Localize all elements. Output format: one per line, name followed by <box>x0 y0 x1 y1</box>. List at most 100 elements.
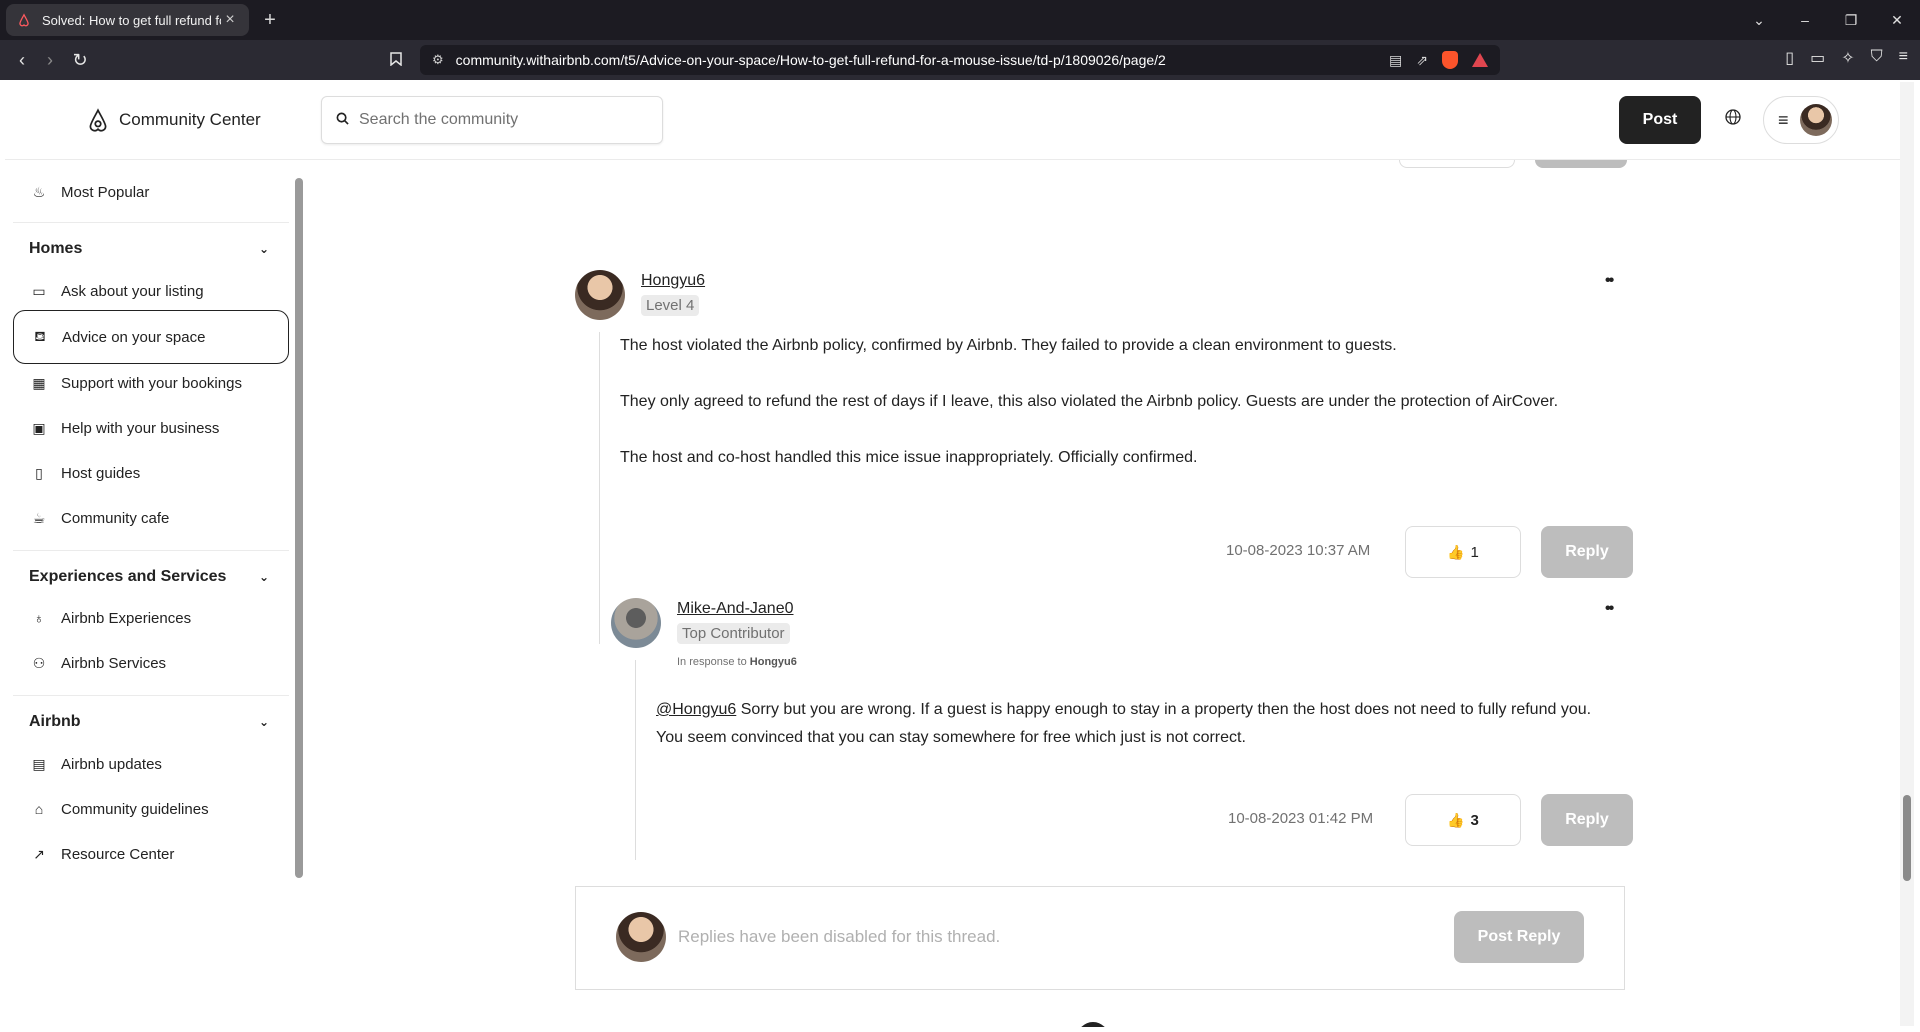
post-date: 10-08-2023 <box>1228 810 1305 827</box>
browser-tab-bar: Solved: How to get full refund fo × + ⌄ … <box>0 0 1920 40</box>
chevron-down-icon: ⌄ <box>258 570 269 584</box>
kudo-button[interactable]: 👍 1 <box>1405 526 1521 578</box>
reload-icon[interactable]: ↻ <box>68 48 92 72</box>
reply-button[interactable]: Reply <box>1541 526 1633 578</box>
in-response-author[interactable]: Hongyu6 <box>750 656 797 668</box>
reply-composer: Replies have been disabled for this thre… <box>575 886 1625 990</box>
airbnb-logo-icon <box>89 108 107 132</box>
sidebar-item-most-popular[interactable]: ♨ Most Popular <box>13 165 289 219</box>
tab-close-icon[interactable]: × <box>221 11 239 29</box>
community-center-logo[interactable]: Community Center <box>85 107 261 133</box>
sidebar-item-community-cafe[interactable]: ☕ Community cafe <box>13 491 289 545</box>
reply-button[interactable]: Reply <box>1541 794 1633 846</box>
page-link-current[interactable]: 2 <box>1077 1022 1109 1027</box>
reader-mode-icon[interactable]: ▤ <box>1389 52 1402 69</box>
post-date: 10-08-2023 <box>1226 542 1303 559</box>
sidebar: ♨ Most Popular Homes ⌄ ▭ Ask about your … <box>5 160 305 1027</box>
laptop-icon: ▭ <box>32 282 46 299</box>
sidebar-toggle-icon[interactable]: ▯ <box>1785 48 1794 68</box>
sidebar-section-experiences[interactable]: Experiences and Services ⌄ <box>29 562 269 592</box>
share-icon[interactable]: ⇗ <box>1416 52 1428 69</box>
author-name[interactable]: Hongyu6 <box>641 272 705 290</box>
tab-title: Solved: How to get full refund fo <box>42 12 221 28</box>
window-controls: ⌄ – ❐ ✕ <box>1736 0 1920 40</box>
address-bar[interactable]: ⚙ community.withairbnb.com/t5/Advice-on-… <box>420 45 1500 75</box>
sidebar-divider <box>13 695 289 696</box>
web-page: Community Center Search the community Po… <box>5 80 1903 1027</box>
rank-badge: Top Contributor <box>677 623 790 644</box>
browser-tab[interactable]: Solved: How to get full refund fo × <box>6 4 249 36</box>
restore-icon[interactable]: ❐ <box>1828 12 1874 29</box>
thread-line <box>635 660 636 860</box>
bookmark-icon[interactable] <box>384 48 408 72</box>
thread-line <box>599 332 600 644</box>
author-avatar[interactable] <box>611 598 661 648</box>
user-mention-link[interactable]: @Hongyu6 <box>656 701 736 718</box>
page-scrollbar[interactable] <box>1900 82 1914 1026</box>
more-options-icon[interactable]: •• <box>1605 600 1614 618</box>
post-timestamp: 10-08-2023 10:37 AM <box>1226 542 1370 559</box>
sidebar-divider <box>13 550 289 551</box>
reply-text: @Hongyu6 Sorry but you are wrong. If a g… <box>656 696 1636 752</box>
chevron-down-icon: ⌄ <box>258 715 269 729</box>
author-name[interactable]: Mike-And-Jane0 <box>677 600 794 618</box>
brand-title: Community Center <box>119 110 261 129</box>
reply-line: You seem convinced that you can stay som… <box>656 729 1246 746</box>
previous-kudo-button-edge <box>1399 160 1515 168</box>
previous-reply-button-edge <box>1535 160 1627 168</box>
menu-icon[interactable]: ≡ <box>1899 48 1908 68</box>
brave-shields-icon[interactable] <box>1442 51 1458 69</box>
pagination: ‹ 1 2 3 4 › <box>975 1020 1258 1027</box>
sidebar-section-homes[interactable]: Homes ⌄ <box>29 234 269 264</box>
sidebar-scroll-thumb[interactable] <box>295 178 303 878</box>
vpn-shield-icon[interactable]: ⛉ <box>1871 48 1883 68</box>
in-response-to: In response to Hongyu6 <box>677 656 797 668</box>
thread-main: Hongyu6 Level 4 •• The host violated the… <box>575 160 1635 1027</box>
toolbar-icons: ▯ ▭ ✧ ⛉ ≡ <box>1785 48 1908 68</box>
sofa-icon: ⛾ <box>34 327 46 344</box>
sidebar-scrollbar[interactable] <box>295 178 303 1024</box>
site-settings-icon[interactable]: ⚙ <box>432 52 444 68</box>
tab-list-icon[interactable]: ⌄ <box>1736 12 1782 29</box>
author-avatar[interactable] <box>575 270 625 320</box>
post-time: 10:37 AM <box>1306 542 1371 559</box>
post-reply-button[interactable]: Post Reply <box>1454 911 1584 963</box>
page-scroll-thumb[interactable] <box>1903 795 1911 881</box>
post-paragraph: They only agreed to refund the rest of d… <box>620 393 1559 410</box>
balloon-icon: ♁ <box>33 610 45 626</box>
search-input[interactable]: Search the community <box>321 96 663 144</box>
wallet-icon[interactable]: ▭ <box>1810 48 1825 68</box>
profile-menu-button[interactable]: ≡ <box>1763 96 1839 144</box>
airbnb-favicon-icon <box>16 12 32 28</box>
coffee-icon: ☕ <box>32 509 46 526</box>
new-tab-button[interactable]: + <box>258 8 282 32</box>
kudo-button[interactable]: 👍 3 <box>1405 794 1521 846</box>
post-button[interactable]: Post <box>1619 96 1701 144</box>
external-link-icon: ↗ <box>33 845 45 862</box>
leo-ai-icon[interactable]: ✧ <box>1841 48 1854 68</box>
book-icon: ▯ <box>35 464 43 481</box>
browser-nav-bar: ‹ › ↻ ⚙ community.withairbnb.com/t5/Advi… <box>0 40 1920 80</box>
brave-rewards-icon[interactable] <box>1472 53 1488 67</box>
more-options-icon[interactable]: •• <box>1605 272 1614 290</box>
close-window-icon[interactable]: ✕ <box>1874 12 1920 29</box>
rank-badge: Level 4 <box>641 295 700 316</box>
sidebar-section-airbnb[interactable]: Airbnb ⌄ <box>29 707 269 737</box>
chevron-down-icon: ⌄ <box>258 242 269 256</box>
chart-icon: ▣ <box>32 419 46 436</box>
post-time: 01:42 PM <box>1308 810 1374 827</box>
url-text: community.withairbnb.com/t5/Advice-on-yo… <box>455 52 1166 68</box>
globe-icon[interactable] <box>1721 108 1745 132</box>
post-paragraph: The host and co-host handled this mice i… <box>620 449 1198 466</box>
bell-icon: ⚇ <box>32 654 46 671</box>
back-icon[interactable]: ‹ <box>10 48 34 72</box>
kudo-count: 1 <box>1470 543 1479 561</box>
flame-icon: ♨ <box>32 183 46 200</box>
minimize-icon[interactable]: – <box>1782 12 1828 28</box>
newspaper-icon: ▤ <box>32 755 46 772</box>
sidebar-item-airbnb-services[interactable]: ⚇ Airbnb Services <box>13 636 289 690</box>
sidebar-item-resource-center[interactable]: ↗ Resource Center <box>13 827 289 881</box>
reply-line: Sorry but you are wrong. If a guest is h… <box>736 701 1592 718</box>
home-heart-icon: ⌂ <box>34 801 44 817</box>
forward-icon[interactable]: › <box>38 48 62 72</box>
